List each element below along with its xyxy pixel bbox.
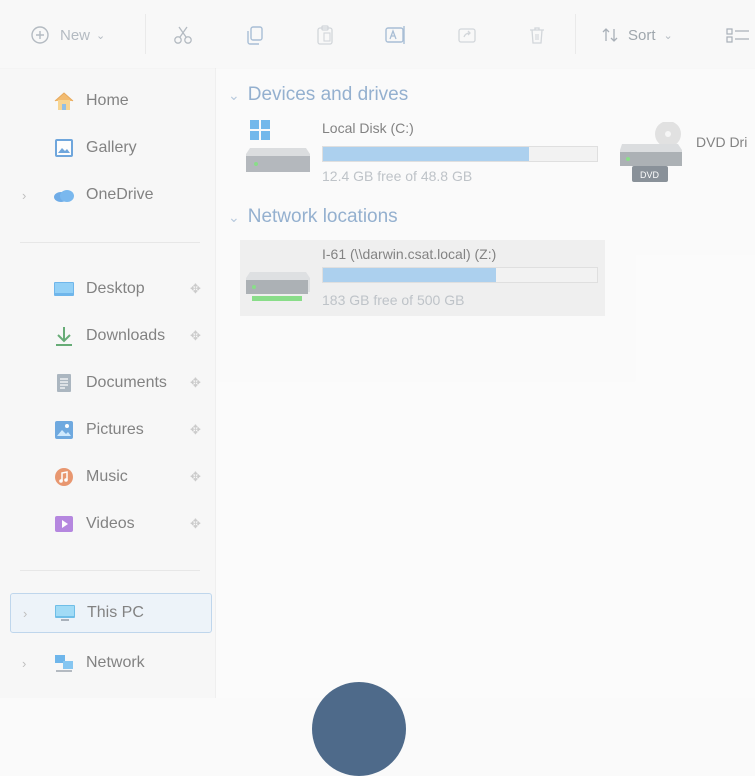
share-icon [456, 24, 478, 46]
trash-icon [526, 24, 548, 46]
sidebar-divider [20, 570, 200, 571]
drive-free-space: 12.4 GB free of 48.8 GB [322, 168, 473, 184]
sidebar-item-label: Desktop [86, 280, 145, 297]
content-pane: ⌄ Devices and drives Local Disk (C:) 12.… [216, 68, 755, 698]
new-label: New [60, 26, 91, 44]
pin-icon[interactable]: ✥ [190, 375, 201, 391]
new-button[interactable]: New ⌄ [30, 22, 105, 48]
chevron-right-icon[interactable]: › [22, 656, 26, 671]
drive-usage-bar [322, 146, 598, 162]
sidebar-divider [20, 242, 200, 243]
delete-button[interactable] [526, 22, 548, 48]
music-icon [52, 466, 76, 488]
gallery-icon [52, 137, 76, 159]
pictures-icon [52, 419, 76, 441]
sidebar-item-network[interactable]: › Network [0, 643, 212, 683]
command-bar: New ⌄ Sort ⌄ [0, 0, 755, 69]
devices-group-header[interactable]: ⌄ Devices and drives [228, 84, 408, 106]
rename-button[interactable] [384, 22, 408, 48]
dvd-badge: DVD [640, 170, 660, 180]
sidebar-item-music[interactable]: Music ✥ [0, 457, 212, 497]
sidebar-item-label: Network [86, 654, 145, 671]
paste-button[interactable] [314, 22, 336, 48]
cloud-icon [52, 184, 76, 206]
scissors-icon [172, 24, 194, 46]
network-drive-icon [246, 272, 310, 317]
toolbar-divider [575, 14, 576, 54]
rename-icon [384, 24, 408, 46]
sidebar-item-home[interactable]: Home [0, 81, 212, 121]
view-list-icon [726, 25, 750, 45]
drive-name: DVD Dri [696, 134, 748, 150]
plus-circle-icon [30, 25, 50, 45]
sidebar-item-pictures[interactable]: Pictures ✥ [0, 410, 212, 450]
clipboard-icon [314, 24, 336, 46]
sort-button[interactable]: Sort ⌄ [600, 22, 673, 48]
drive-usage-bar [322, 267, 598, 283]
copy-icon [244, 24, 266, 46]
group-title: Devices and drives [247, 84, 409, 105]
sidebar-item-label: This PC [87, 604, 144, 621]
sidebar-item-onedrive[interactable]: › OneDrive [0, 175, 212, 215]
navigation-pane: Home Gallery › OneDrive Desktop ✥ Downlo… [0, 68, 216, 698]
toolbar-divider [145, 14, 146, 54]
chevron-right-icon[interactable]: › [22, 188, 26, 203]
pin-icon[interactable]: ✥ [190, 281, 201, 297]
sidebar-item-label: Downloads [86, 327, 166, 344]
computer-icon [53, 602, 77, 624]
hard-drive-windows-icon [246, 120, 312, 181]
drive-name: I-61 (\\darwin.csat.local) (Z:) [322, 246, 497, 262]
pin-icon[interactable]: ✥ [190, 422, 201, 438]
sidebar-item-label: Home [86, 92, 129, 109]
drive-usage-fill [323, 147, 529, 161]
drive-free-space: 183 GB free of 500 GB [322, 292, 465, 308]
download-icon [52, 325, 76, 347]
pin-icon[interactable]: ✥ [190, 516, 201, 532]
drive-name: Local Disk (C:) [322, 120, 414, 136]
cut-button[interactable] [172, 22, 194, 48]
chevron-down-icon: ⌄ [96, 29, 106, 42]
group-title: Network locations [247, 206, 398, 227]
document-icon [52, 372, 76, 394]
sidebar-item-label: Documents [86, 374, 167, 391]
pin-icon[interactable]: ✥ [190, 469, 201, 485]
chevron-down-icon: ⌄ [228, 208, 240, 225]
sidebar-item-downloads[interactable]: Downloads ✥ [0, 316, 212, 356]
sidebar-item-videos[interactable]: Videos ✥ [0, 504, 212, 544]
sidebar-item-label: Gallery [86, 139, 137, 156]
sidebar-item-this-pc[interactable]: › This PC [10, 593, 212, 633]
chevron-right-icon[interactable]: › [23, 606, 27, 621]
sidebar-item-desktop[interactable]: Desktop ✥ [0, 269, 212, 309]
sidebar-item-label: Videos [86, 515, 135, 532]
sidebar-item-documents[interactable]: Documents ✥ [0, 363, 212, 403]
video-icon [52, 513, 76, 535]
desktop-icon [52, 278, 76, 300]
drive-network-z[interactable]: I-61 (\\darwin.csat.local) (Z:) 183 GB f… [240, 240, 605, 316]
network-group-header[interactable]: ⌄ Network locations [228, 206, 398, 228]
sort-label: Sort [628, 26, 656, 44]
dvd-drive-icon [620, 121, 684, 193]
share-button[interactable] [456, 22, 478, 48]
view-button[interactable] [726, 22, 750, 48]
copy-button[interactable] [244, 22, 266, 48]
sidebar-item-gallery[interactable]: Gallery [0, 128, 212, 168]
pin-icon[interactable]: ✥ [190, 328, 201, 344]
chevron-down-icon: ⌄ [228, 86, 240, 103]
sort-icon [600, 25, 620, 45]
network-icon [52, 652, 76, 674]
sidebar-item-label: Pictures [86, 421, 144, 438]
drive-dvd[interactable]: DVD DVD Dri [620, 121, 755, 193]
overlay-circle [312, 682, 406, 776]
sidebar-item-label: Music [86, 468, 128, 485]
home-icon [52, 90, 76, 112]
drive-local-disk[interactable]: Local Disk (C:) 12.4 GB free of 48.8 GB [246, 120, 606, 190]
sidebar-item-label: OneDrive [86, 186, 154, 203]
drive-usage-fill [323, 268, 496, 282]
chevron-down-icon: ⌄ [663, 29, 673, 42]
